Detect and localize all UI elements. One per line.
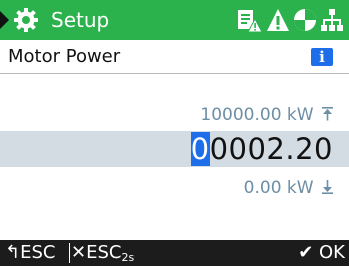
pointer-arrow-icon — [0, 11, 9, 29]
esc-cancel-button[interactable]: ✕ESC2s — [71, 241, 134, 266]
value-edit-field[interactable]: 00002.20 — [0, 131, 349, 167]
upper-limit-icon — [322, 107, 333, 121]
lower-limit-icon — [322, 180, 333, 194]
header-bar: Setup — [0, 0, 349, 40]
network-icon — [321, 9, 343, 31]
softkey-divider — [69, 243, 70, 263]
gear-icon — [14, 8, 38, 32]
parameter-write-icon — [238, 10, 263, 33]
parameter-name: Motor Power — [8, 46, 121, 67]
max-limit: 10000.00 kW — [200, 104, 333, 126]
esc-back-label: ESC — [20, 242, 56, 263]
esc-cancel-label: ESC — [86, 242, 122, 263]
close-icon: ✕ — [71, 242, 87, 263]
edit-cursor-digit[interactable]: 0 — [190, 132, 210, 166]
softkey-bar: ↰ESC ✕ESC2s ✔ OK — [0, 240, 349, 266]
parameter-header: Motor Power i — [0, 40, 349, 74]
min-limit: 0.00 kW — [244, 177, 333, 199]
warning-icon — [267, 9, 289, 31]
edit-value[interactable]: 00002.20 — [190, 132, 333, 166]
header-title: Setup — [51, 8, 110, 32]
pie-status-icon — [294, 9, 316, 31]
edit-remaining-digits: 0002.20 — [209, 132, 333, 166]
ok-button[interactable]: ✔ OK — [298, 241, 345, 265]
info-icon[interactable]: i — [311, 48, 333, 66]
max-limit-value: 10000.00 kW — [200, 105, 314, 125]
esc-cancel-subscript: 2s — [121, 251, 135, 264]
esc-back-button[interactable]: ↰ESC — [5, 241, 55, 265]
ok-label: OK — [319, 242, 345, 263]
back-arrow-icon: ↰ — [5, 242, 21, 263]
min-limit-value: 0.00 kW — [243, 178, 314, 198]
screen: Setup Motor Power i 10000.00 kW 00002.20… — [0, 0, 349, 266]
check-icon: ✔ — [298, 242, 314, 263]
